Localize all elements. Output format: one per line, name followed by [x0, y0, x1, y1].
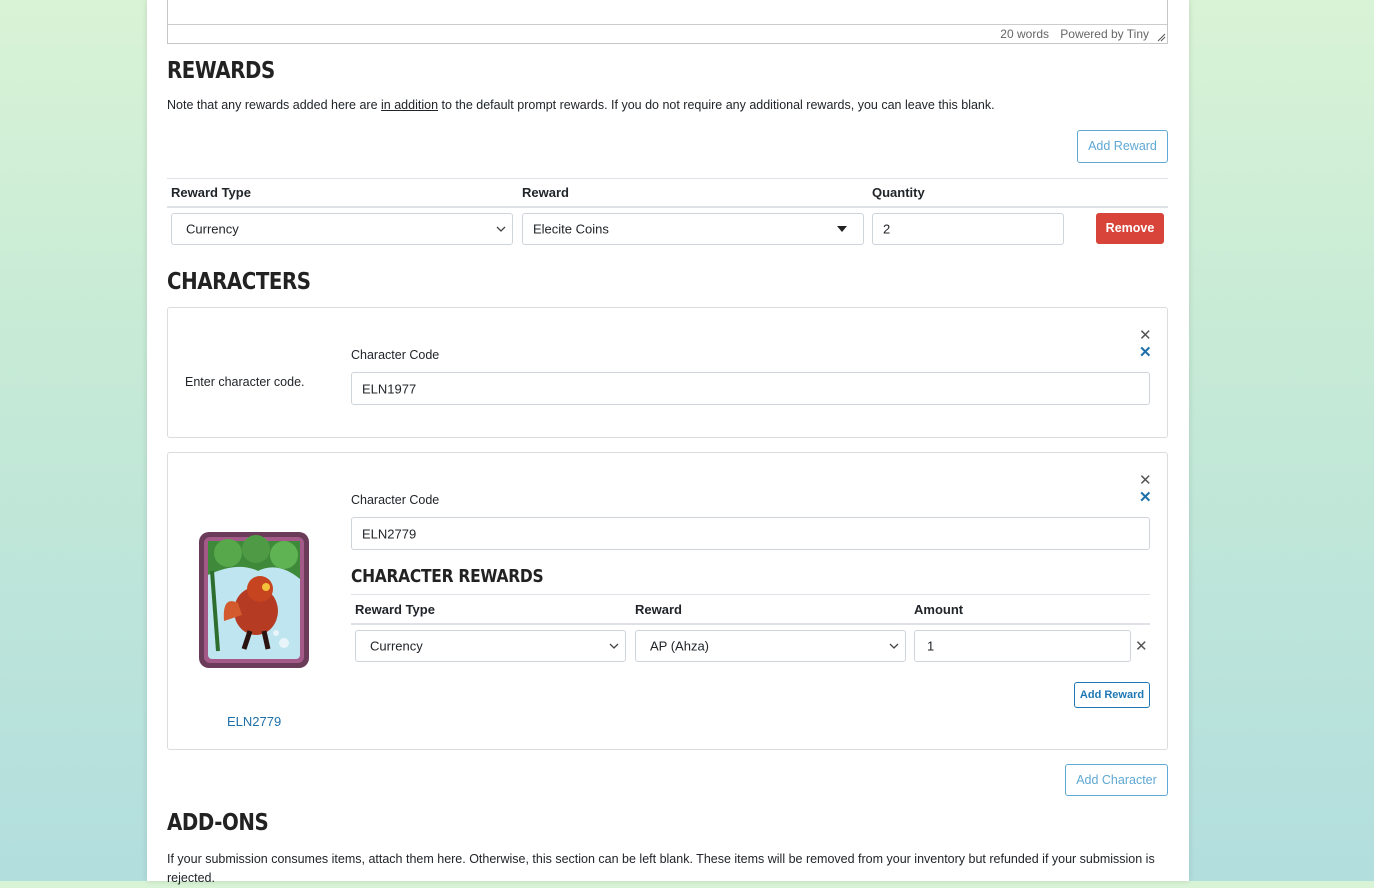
- character-reward-value: AP (Ahza): [650, 638, 710, 654]
- reward-type-value: Currency: [186, 221, 239, 237]
- divider: [351, 594, 1150, 595]
- chevron-down-icon: [609, 643, 619, 649]
- character-link[interactable]: ELN2779: [227, 714, 281, 729]
- character-code-label: Character Code: [351, 348, 440, 362]
- character-code-input[interactable]: ELN1977: [351, 372, 1150, 405]
- character-placeholder-text: Enter character code.: [185, 375, 305, 389]
- addons-heading: ADD-ONS: [167, 810, 269, 836]
- add-character-button[interactable]: Add Character: [1065, 764, 1168, 796]
- quantity-value: 2: [883, 221, 891, 237]
- character-reward-select[interactable]: AP (Ahza): [635, 630, 906, 662]
- character-thumbnail-image[interactable]: [198, 531, 310, 669]
- col-amount: Amount: [914, 602, 964, 617]
- quantity-input[interactable]: 2: [872, 213, 1064, 245]
- col-reward: Reward: [522, 185, 569, 200]
- col-reward-type: Reward Type: [355, 602, 435, 617]
- character-code-value: ELN1977: [362, 381, 417, 396]
- character-code-value: ELN2779: [362, 526, 417, 541]
- character-reward-type-select[interactable]: Currency: [355, 630, 626, 662]
- character-reward-type-value: Currency: [370, 638, 423, 654]
- add-character-reward-button[interactable]: Add Reward: [1074, 682, 1150, 708]
- character-amount-value: 1: [927, 638, 935, 654]
- reward-type-select[interactable]: Currency: [171, 213, 513, 245]
- divider: [167, 206, 1168, 208]
- close-icon[interactable]: ✕: [1139, 328, 1152, 343]
- col-reward-type: Reward Type: [171, 185, 251, 200]
- remove-character-icon[interactable]: ✕: [1139, 345, 1152, 360]
- close-icon[interactable]: ✕: [1139, 473, 1152, 488]
- reward-select[interactable]: Elecite Coins: [522, 213, 864, 245]
- remove-character-icon[interactable]: ✕: [1139, 490, 1152, 505]
- resize-handle-icon[interactable]: [1157, 33, 1166, 42]
- main-content: 20 words Powered by Tiny REWARDS Note th…: [147, 0, 1189, 885]
- rewards-note-text: Note that any rewards added here are: [167, 98, 382, 112]
- powered-by-link[interactable]: Powered by Tiny: [1060, 27, 1149, 41]
- rewards-note: Note that any rewards added here are in …: [167, 98, 1167, 112]
- addons-note: If your submission consumes items, attac…: [167, 852, 1155, 885]
- editor-statusbar: 20 words Powered by Tiny: [168, 24, 1167, 43]
- characters-heading: CHARACTERS: [167, 269, 311, 295]
- rewards-note-emphasis: in addition: [381, 98, 439, 112]
- rewards-heading: REWARDS: [167, 58, 275, 84]
- word-count: 20 words: [1000, 27, 1049, 41]
- remove-button[interactable]: Remove: [1096, 213, 1164, 244]
- chevron-down-icon: [889, 643, 899, 649]
- rewards-note-text-2: to the default prompt rewards. If you do…: [438, 98, 995, 112]
- character-card: ELN2779 ✕ ✕ Character Code ELN2779 CHARA…: [167, 452, 1168, 750]
- chevron-down-icon: [496, 226, 506, 232]
- caret-down-icon: [837, 226, 847, 232]
- character-card: Enter character code. ✕ ✕ Character Code…: [167, 307, 1168, 438]
- text-editor[interactable]: 20 words Powered by Tiny: [167, 0, 1168, 44]
- reward-value: Elecite Coins: [533, 221, 609, 237]
- character-amount-input[interactable]: 1: [914, 630, 1131, 662]
- add-reward-button[interactable]: Add Reward: [1077, 130, 1168, 163]
- character-code-label: Character Code: [351, 493, 440, 507]
- col-reward: Reward: [635, 602, 682, 617]
- character-code-input[interactable]: ELN2779: [351, 517, 1150, 550]
- character-rewards-heading: CHARACTER REWARDS: [351, 566, 544, 587]
- remove-row-icon[interactable]: ✕: [1135, 639, 1148, 654]
- divider: [351, 623, 1150, 625]
- divider: [167, 178, 1168, 179]
- col-quantity: Quantity: [872, 185, 925, 200]
